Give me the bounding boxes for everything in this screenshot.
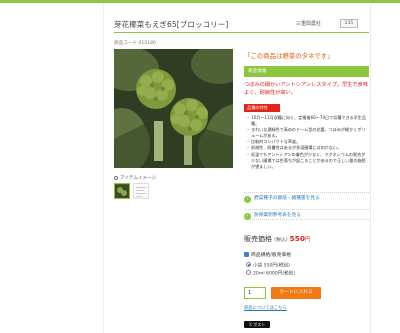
content-left-border [103, 3, 104, 333]
product-code: 商品コード 015180 [114, 41, 156, 46]
broccoli-thumbnail-icon [115, 185, 129, 198]
thumbnail-line [136, 187, 146, 188]
radio-icon[interactable] [246, 270, 251, 275]
product-catchphrase: 「この商品は野菜のタネです」 [244, 52, 334, 60]
currency-label: 円 [305, 237, 311, 243]
radio-selected-icon[interactable] [246, 262, 251, 267]
price-row: 販売価格 (税込) 550円 [244, 234, 310, 244]
thumbnail-info-sheet[interactable] [133, 183, 149, 199]
thumbnail-line [136, 190, 144, 191]
image-gallery-label-text: アイテムイメージ [120, 176, 157, 181]
feature-item: 10月〜11月収穫に向く、定植後60〜70日で収穫できる早生品種。 [246, 115, 369, 127]
option-label: 小袋 550円(税別) [253, 263, 290, 269]
product-inquiry-link[interactable]: 商品についてはこちら [244, 305, 287, 311]
option-20ml[interactable]: 20ml 6000円(税別) [246, 270, 295, 277]
maker-badge: 235 [340, 19, 358, 28]
circle-icon [114, 175, 118, 180]
maker-name[interactable]: 三重興農社 [296, 20, 321, 27]
add-to-cart-button[interactable]: カートに入れる [271, 287, 321, 299]
content-right-border [370, 3, 371, 333]
broccoli-photo [114, 49, 233, 168]
cultivation-guide-link-text: 野菜種子の栽培・播種量を見る [254, 196, 320, 201]
cultivation-guide-link[interactable]: › 野菜種子の栽培・播種量を見る [244, 192, 369, 203]
product-main-image[interactable] [114, 49, 233, 168]
checkbox-icon [244, 251, 249, 257]
thumbnail-photo[interactable] [114, 183, 130, 199]
product-lead-text: つぼみの細かいアントシアンレスタイプ。早生で食味よく、耐病性が高い。 [244, 82, 368, 96]
top-accent-bar [0, 0, 400, 3]
image-gallery-label: アイテムイメージ [114, 175, 156, 181]
feature-item: 低温でもアントシアンの着色が少なく、マグネシウムの割合が少ない圃場では色落ちが起… [246, 152, 369, 170]
price-label: 販売価格 [244, 235, 272, 243]
option-label: 20ml 6000円(税別) [253, 271, 296, 277]
quantity-input[interactable]: 1 [244, 287, 266, 299]
post-button-label: ポスト [253, 322, 266, 327]
spec-header-text: 商品規格/販売価格 [251, 253, 291, 258]
disease-control-link[interactable]: › 防除薬剤参考表を見る [244, 209, 369, 220]
option-small-bag[interactable]: 小袋 550円(税別) [246, 262, 290, 269]
product-info-header: 商品情報 [244, 66, 369, 77]
disease-control-link-text: 防除薬剤参考表を見る [254, 213, 301, 218]
thumbnail-line [136, 193, 146, 194]
price-value: 550 [289, 234, 306, 243]
title-divider [114, 32, 369, 33]
chevron-right-icon: › [244, 213, 251, 220]
spec-header: 商品規格/販売価格 [244, 251, 291, 258]
features-list: 10月〜11月収穫に向く、定植後60〜70日で収穫できる早生品種。 きれいな濃緑… [246, 115, 369, 170]
tax-label: (税込) [274, 238, 288, 243]
thumbnail-line [136, 196, 142, 197]
product-title: 芽花椰菜もえぎ65[ブロッコリー] [114, 20, 229, 29]
chevron-right-icon: › [244, 196, 251, 203]
features-header: 品種の特性 [244, 104, 280, 112]
feature-item: きれいな濃緑色で高めのドーム型の花蕾、つぼみが細かくボリュームがある。 [246, 127, 369, 139]
x-logo-icon: 𝕏 [248, 322, 252, 327]
post-share-button[interactable]: 𝕏 ポスト [244, 321, 270, 328]
